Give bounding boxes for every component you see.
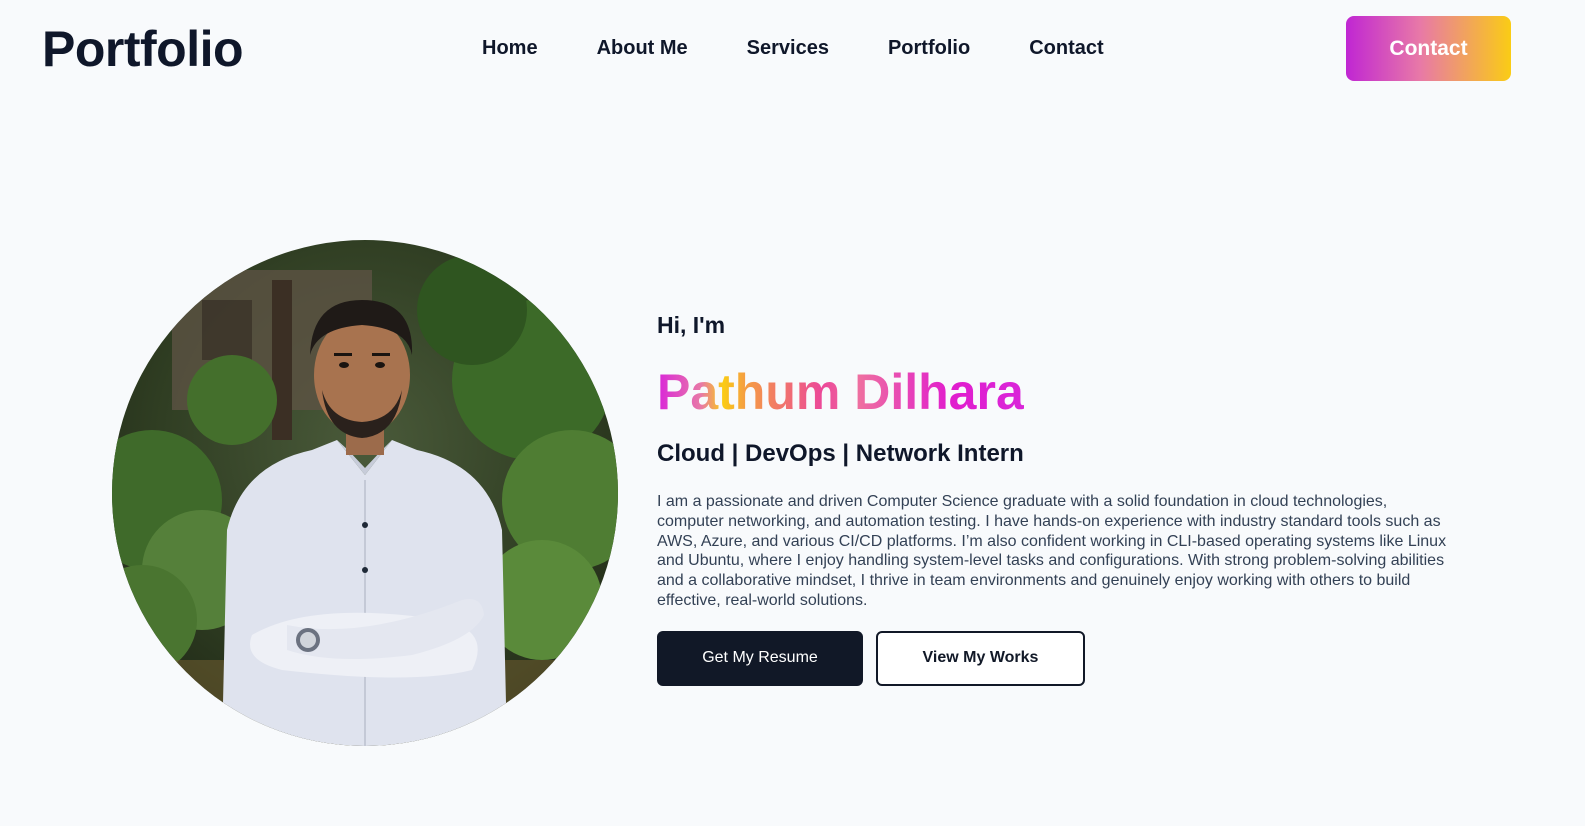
contact-button[interactable]: Contact [1346,16,1511,81]
profile-photo [112,240,618,746]
view-works-button[interactable]: View My Works [876,630,1085,686]
nav-link-portfolio[interactable]: Portfolio [888,36,970,60]
main-nav: Home About Me Services Portfolio Contact [482,36,1104,60]
nav-link-about-me[interactable]: About Me [597,36,688,60]
bio-paragraph: I am a passionate and driven Computer Sc… [657,493,1447,609]
person-name: Pathum Dilhara [657,364,1024,420]
role-title: Cloud | DevOps | Network Intern [657,440,1024,467]
get-resume-button[interactable]: Get My Resume [657,630,863,686]
hero-actions: Get My Resume View My Works [657,630,1457,686]
hero-intro: Hi, I'm Pathum Dilhara Cloud | DevOps | … [657,310,1457,686]
greeting-text: Hi, I'm [657,312,726,338]
nav-link-home[interactable]: Home [482,36,538,60]
nav-link-contact[interactable]: Contact [1029,36,1103,60]
nav-link-services[interactable]: Services [747,36,829,60]
site-logo[interactable]: Portfolio [42,20,244,78]
